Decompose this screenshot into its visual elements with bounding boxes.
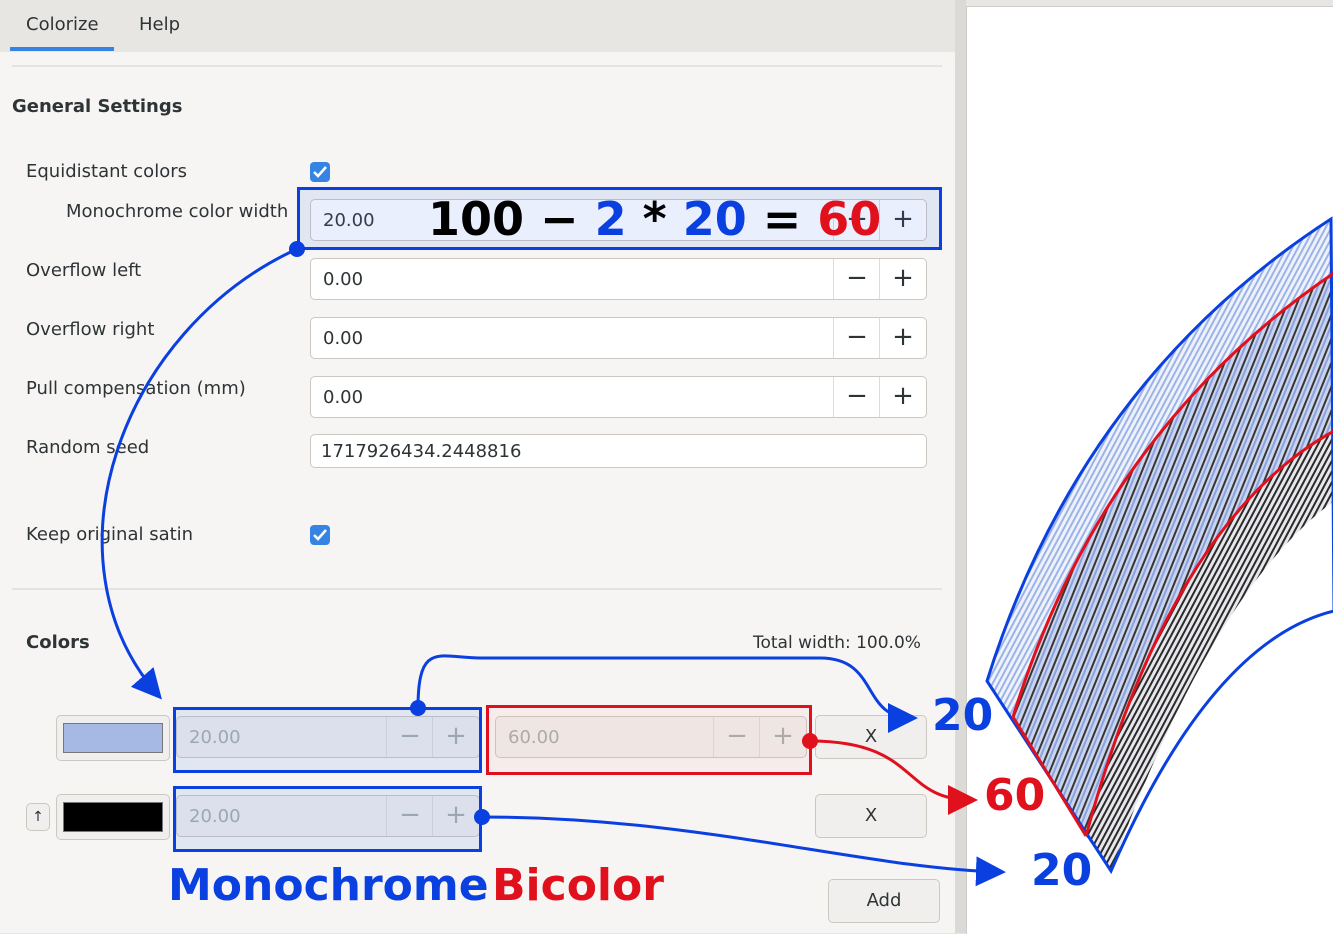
pull-compensation-value[interactable]: 0.00 bbox=[323, 387, 363, 408]
remove-color-button[interactable]: X bbox=[815, 794, 927, 838]
pull-compensation-label: Pull compensation (mm) bbox=[26, 378, 246, 399]
top-separator bbox=[12, 65, 942, 67]
color-swatch-button[interactable] bbox=[56, 794, 170, 840]
equidistant-colors-checkbox[interactable] bbox=[310, 162, 330, 182]
tab-colorize[interactable]: Colorize bbox=[26, 14, 99, 35]
tab-help[interactable]: Help bbox=[139, 14, 180, 35]
color-swatch-button[interactable] bbox=[56, 715, 170, 761]
overflow-right-value[interactable]: 0.00 bbox=[323, 328, 363, 349]
increment-button[interactable]: + bbox=[879, 318, 926, 358]
overflow-left-label: Overflow left bbox=[26, 260, 142, 281]
pane-divider[interactable] bbox=[955, 0, 966, 933]
decrement-button[interactable]: − bbox=[833, 259, 880, 299]
tab-bar: Colorize Help bbox=[0, 0, 955, 52]
mono-highlight-1 bbox=[173, 707, 482, 773]
active-tab-indicator bbox=[10, 47, 114, 51]
mono-highlight-2 bbox=[173, 786, 482, 852]
general-settings-heading: General Settings bbox=[12, 96, 183, 117]
total-width-label: Total width: 100.0% bbox=[753, 633, 921, 653]
overflow-right-spin[interactable]: 0.00 − + bbox=[310, 317, 927, 359]
monochrome-caption: Monochrome bbox=[168, 860, 489, 911]
overflow-left-spin[interactable]: 0.00 − + bbox=[310, 258, 927, 300]
overflow-right-label: Overflow right bbox=[26, 319, 155, 340]
width-formula: 100 − 2 * 20 = 60 bbox=[428, 192, 882, 246]
decrement-button[interactable]: − bbox=[833, 377, 880, 417]
keep-satin-label: Keep original satin bbox=[26, 524, 194, 545]
monochrome-width-label: Monochrome color width bbox=[66, 201, 289, 222]
bicolor-width-label: 60 bbox=[984, 770, 1046, 821]
bicolor-highlight bbox=[486, 705, 812, 775]
color-swatch bbox=[63, 723, 163, 753]
equidistant-colors-label: Equidistant colors bbox=[26, 161, 187, 182]
increment-button[interactable]: + bbox=[879, 377, 926, 417]
mono-width-label-top: 20 bbox=[932, 690, 994, 741]
increment-button[interactable]: + bbox=[879, 259, 926, 299]
random-seed-label: Random seed bbox=[26, 437, 150, 458]
colors-separator bbox=[12, 588, 942, 590]
mono-width-label-bottom: 20 bbox=[1031, 845, 1093, 896]
overflow-left-value[interactable]: 0.00 bbox=[323, 269, 363, 290]
bicolor-caption: Bicolor bbox=[492, 860, 664, 911]
random-seed-value[interactable]: 1717926434.2448816 bbox=[321, 441, 521, 462]
color-swatch bbox=[63, 802, 163, 832]
random-seed-input[interactable]: 1717926434.2448816 bbox=[310, 434, 927, 468]
colors-heading: Colors bbox=[26, 632, 90, 653]
remove-color-button[interactable]: X bbox=[815, 715, 927, 759]
keep-satin-checkbox[interactable] bbox=[310, 525, 330, 545]
pull-compensation-spin[interactable]: 0.00 − + bbox=[310, 376, 927, 418]
add-color-button[interactable]: Add bbox=[828, 879, 940, 923]
decrement-button[interactable]: − bbox=[833, 318, 880, 358]
move-up-button[interactable]: ↑ bbox=[26, 803, 50, 831]
